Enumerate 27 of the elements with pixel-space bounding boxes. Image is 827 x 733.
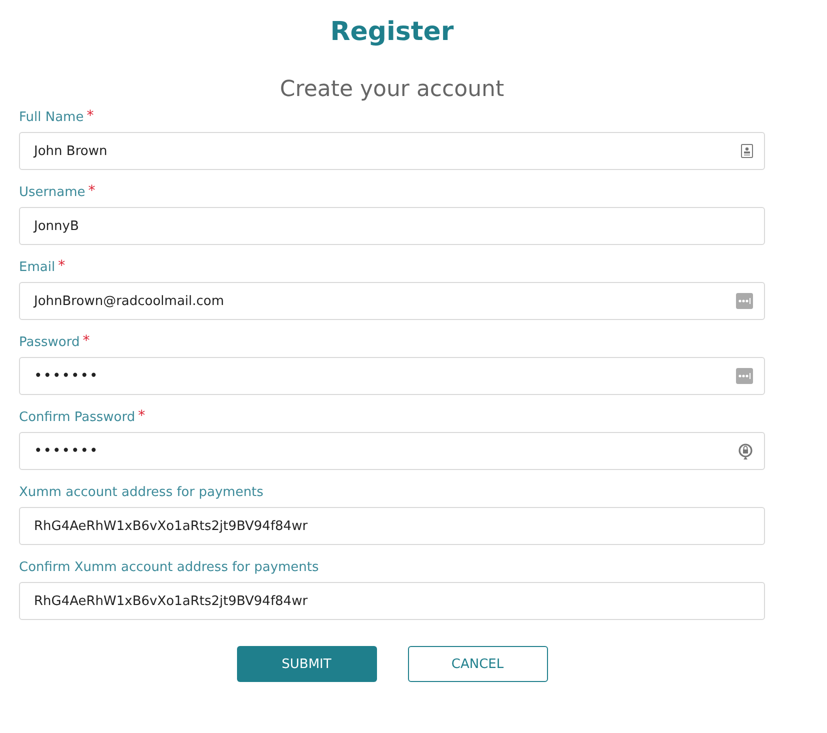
page-title: Register	[329, 16, 455, 48]
input-field[interactable]: •••••••	[19, 357, 765, 395]
password-manager-icon[interactable]	[736, 293, 753, 309]
input-field[interactable]: JohnBrown@radcoolmail.com	[19, 282, 765, 320]
field-label: Confirm Password	[19, 410, 136, 426]
required-asterisk: *	[88, 185, 96, 197]
contact-card-icon[interactable]	[741, 144, 753, 158]
lock-icon[interactable]	[738, 442, 753, 460]
field-label: Confirm Xumm account address for payments	[19, 560, 319, 576]
subtitle: Create your account	[278, 76, 506, 104]
input-field[interactable]: RhG4AeRhW1xB6vXo1aRts2jt9BV94f84wr	[19, 507, 765, 545]
input-field[interactable]: RhG4AeRhW1xB6vXo1aRts2jt9BV94f84wr	[19, 582, 765, 620]
required-asterisk: *	[58, 260, 66, 272]
field-label: Password	[19, 335, 80, 351]
field-label: Username	[19, 185, 86, 201]
field-label: Xumm account address for payments	[19, 485, 264, 501]
input-field[interactable]: John Brown	[19, 132, 765, 170]
required-asterisk: *	[86, 110, 94, 122]
input-field[interactable]: •••••••	[19, 432, 765, 470]
required-asterisk: *	[82, 335, 90, 347]
password-manager-icon[interactable]	[736, 368, 753, 384]
required-asterisk: *	[138, 410, 146, 422]
cancel-button[interactable]: CANCEL	[408, 646, 548, 682]
field-label: Email	[19, 260, 56, 276]
field-label: Full Name	[19, 110, 84, 126]
submit-button[interactable]: SUBMIT	[236, 646, 376, 682]
input-field[interactable]: JonnyB	[19, 207, 765, 245]
